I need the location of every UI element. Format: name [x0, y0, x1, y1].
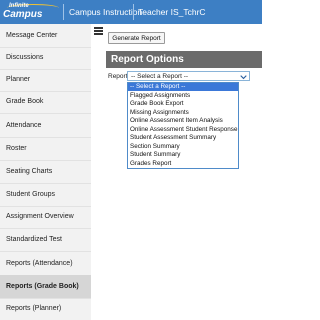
chevron-down-icon [240, 75, 247, 80]
sidebar-item-label: Reports (Planner) [6, 305, 62, 312]
sidebar-item-discussions[interactable]: Discussions [0, 46, 91, 70]
report-select-value: -- Select a Report -- [131, 72, 189, 80]
sidebar-item-label: Standardized Test [6, 236, 62, 243]
sidebar-item-assignment-overview[interactable]: Assignment Overview [0, 205, 91, 229]
sidebar-item-label: Planner [6, 76, 31, 83]
logo-main-text: Campus [3, 9, 43, 20]
dropdown-option[interactable]: Online Assessment Item Analysis [128, 117, 238, 125]
sidebar-item-label: Assignment Overview [6, 213, 74, 220]
dropdown-option[interactable]: Flagged Assignments [128, 92, 238, 100]
sidebar-item-standardized-test[interactable]: Standardized Test [0, 228, 91, 252]
sidebar-item-student-groups[interactable]: Student Groups [0, 183, 91, 207]
sidebar-item-planner[interactable]: Planner [0, 68, 91, 92]
sidebar-item-label: Reports (Grade Book) [6, 283, 79, 290]
sidebar: Message Center Discussions Planner Grade… [0, 24, 91, 320]
sidebar-item-seating-charts[interactable]: Seating Charts [0, 160, 91, 184]
report-label: Report [108, 73, 128, 80]
dropdown-option[interactable]: Grades Report [128, 160, 238, 168]
sidebar-item-label: Reports (Attendance) [6, 260, 73, 267]
sidebar-item-label: Roster [6, 145, 27, 152]
report-dropdown-list: -- Select a Report -- Flagged Assignment… [127, 82, 239, 169]
dropdown-option[interactable]: Student Summary [128, 151, 238, 159]
sidebar-item-attendance[interactable]: Attendance [0, 114, 91, 138]
dropdown-option[interactable]: Section Summary [128, 143, 238, 151]
sidebar-item-label: Student Groups [6, 191, 56, 198]
dropdown-option[interactable]: Missing Assignments [128, 109, 238, 117]
sidebar-item-label: Grade Book [6, 98, 44, 105]
dropdown-option[interactable]: Online Assessment Student Response [128, 126, 238, 134]
sidebar-item-reports-planner[interactable]: Reports (Planner) [0, 297, 91, 320]
dropdown-option[interactable]: Student Assessment Summary [128, 134, 238, 142]
sidebar-item-label: Message Center [6, 32, 58, 39]
sidebar-item-roster[interactable]: Roster [0, 137, 91, 161]
sidebar-item-reports-grade-book[interactable]: Reports (Grade Book) [0, 275, 91, 299]
dropdown-option[interactable]: -- Select a Report -- [128, 83, 238, 92]
app-title[interactable]: Campus Instruction [69, 7, 142, 17]
report-options-header: Report Options [106, 51, 262, 68]
sidebar-item-label: Discussions [6, 54, 44, 61]
sidebar-item-label: Seating Charts [6, 168, 53, 175]
header-divider [63, 4, 64, 20]
generate-report-button[interactable]: Generate Report [108, 32, 165, 44]
sidebar-item-grade-book[interactable]: Grade Book [0, 90, 91, 114]
sidebar-item-message-center[interactable]: Message Center [0, 24, 91, 48]
header-divider [133, 4, 134, 20]
dropdown-option[interactable]: Grade Book Export [128, 100, 238, 108]
hamburger-menu-icon[interactable] [94, 27, 104, 36]
sidebar-item-reports-attendance[interactable]: Reports (Attendance) [0, 252, 91, 276]
user-name[interactable]: Teacher IS_TchrC [138, 7, 206, 17]
sidebar-item-label: Attendance [6, 122, 42, 129]
infinite-campus-logo[interactable]: Infinite Campus [3, 2, 59, 22]
report-select[interactable]: -- Select a Report -- [127, 71, 250, 81]
top-bar: Infinite Campus Campus Instruction Teach… [0, 0, 262, 24]
